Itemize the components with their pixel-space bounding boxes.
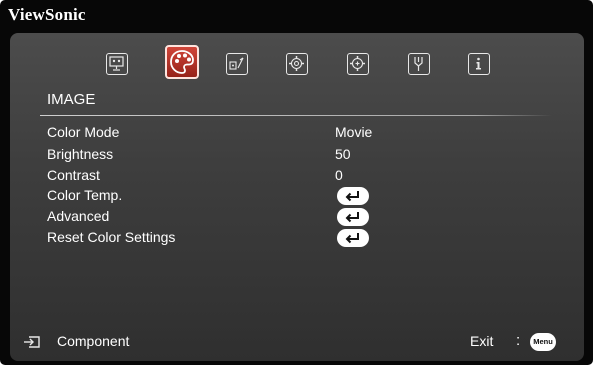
divider xyxy=(40,115,552,116)
enter-icon xyxy=(345,191,359,202)
menu-button[interactable]: Menu xyxy=(530,333,556,351)
menu-item-label: Contrast xyxy=(47,167,100,183)
sound-settings-icon xyxy=(229,57,244,70)
advanced-gear-icon xyxy=(350,56,365,71)
menu-item-label: Reset Color Settings xyxy=(47,229,176,245)
tab-advanced[interactable] xyxy=(347,53,369,75)
tab-system[interactable] xyxy=(408,53,430,75)
menu-item-color-temp[interactable]: Color Temp. xyxy=(10,187,584,205)
menu-item-value: Movie xyxy=(335,124,373,140)
exit-separator: : xyxy=(516,332,521,349)
tab-information[interactable] xyxy=(468,53,490,75)
enter-button[interactable] xyxy=(337,208,369,226)
tab-basic[interactable] xyxy=(286,53,308,75)
enter-icon xyxy=(345,233,359,244)
section-title: IMAGE xyxy=(47,91,96,108)
menu-item-label: Color Mode xyxy=(47,124,120,140)
tools-icon xyxy=(414,57,423,71)
osd-panel: IMAGE Color Mode Movie Brightness 50 Con… xyxy=(10,33,584,361)
menu-item-advanced[interactable]: Advanced xyxy=(10,208,584,226)
menu-item-label: Advanced xyxy=(47,208,110,224)
osd-window: ViewSonic IMAGE Color Mode Movie Brightn… xyxy=(0,0,593,365)
menu-item-brightness[interactable]: Brightness 50 xyxy=(10,146,584,164)
menu-item-label: Color Temp. xyxy=(47,187,123,203)
display-screen-icon xyxy=(109,56,124,71)
menu-item-label: Brightness xyxy=(47,146,114,162)
menu-item-reset-color-settings[interactable]: Reset Color Settings xyxy=(10,229,584,247)
menu-item-value: 0 xyxy=(335,167,343,183)
input-source-label: Component xyxy=(57,333,130,349)
basic-gear-icon xyxy=(289,56,304,71)
tab-display[interactable] xyxy=(106,53,128,75)
enter-button[interactable] xyxy=(337,229,369,247)
tab-image[interactable] xyxy=(165,45,199,79)
enter-icon xyxy=(345,212,359,223)
menu-item-value: 50 xyxy=(335,146,351,162)
palette-icon xyxy=(170,50,194,74)
brand-logo: ViewSonic xyxy=(8,5,86,24)
menu-item-contrast[interactable]: Contrast 0 xyxy=(10,167,584,185)
input-source-icon xyxy=(24,336,40,348)
menu-item-color-mode[interactable]: Color Mode Movie xyxy=(10,124,584,142)
tab-audio[interactable] xyxy=(226,53,248,75)
exit-label: Exit xyxy=(470,333,494,349)
information-icon xyxy=(476,57,481,70)
enter-button[interactable] xyxy=(337,187,369,205)
